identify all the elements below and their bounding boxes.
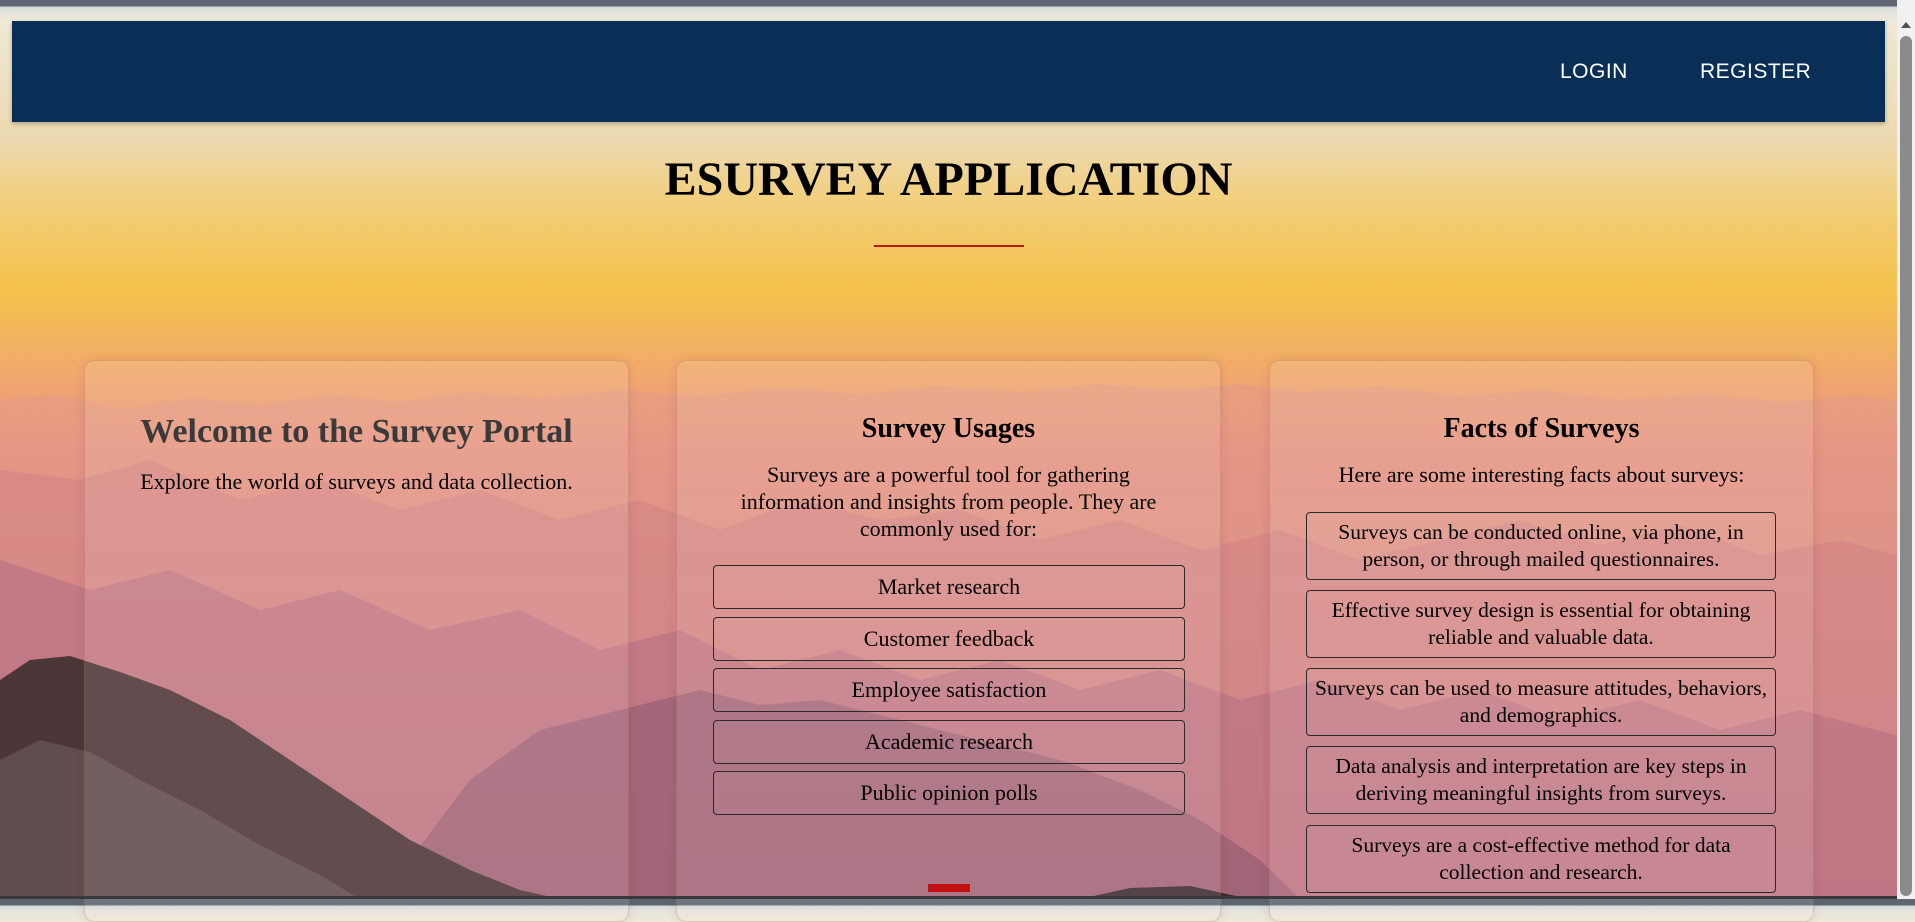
fact-item: Surveys are a cost-effective method for …: [1306, 825, 1776, 893]
facts-intro: Here are some interesting facts about su…: [1338, 462, 1745, 487]
vertical-scrollbar[interactable]: [1897, 0, 1915, 899]
usage-item: Public opinion polls: [713, 771, 1185, 815]
top-navbar: LOGIN REGISTER: [12, 21, 1885, 122]
fact-item: Surveys can be conducted online, via pho…: [1306, 512, 1776, 580]
usages-title: Survey Usages: [861, 413, 1036, 444]
usage-item: Academic research: [713, 720, 1185, 764]
usage-item: Customer feedback: [713, 617, 1185, 661]
usage-item: Employee satisfaction: [713, 668, 1185, 712]
welcome-card: Welcome to the Survey Portal Explore the…: [84, 360, 629, 922]
scroll-up-arrow-icon[interactable]: [1901, 22, 1911, 28]
survey-usages-card: Survey Usages Surveys are a powerful too…: [676, 360, 1221, 922]
facts-card: Facts of Surveys Here are some interesti…: [1269, 360, 1814, 922]
fact-item: Surveys can be used to measure attitudes…: [1306, 668, 1776, 736]
welcome-subtitle: Explore the world of surveys and data co…: [140, 469, 573, 494]
usages-intro: Surveys are a powerful tool for gatherin…: [740, 462, 1157, 541]
usage-item: Market research: [713, 565, 1185, 609]
page-title: ESURVEY APPLICATION: [664, 153, 1233, 206]
carousel-indicator[interactable]: [928, 884, 970, 892]
register-link[interactable]: REGISTER: [1700, 21, 1811, 122]
facts-title: Facts of Surveys: [1443, 413, 1640, 444]
fact-item: Effective survey design is essential for…: [1306, 590, 1776, 658]
welcome-title: Welcome to the Survey Portal: [140, 413, 573, 450]
scrollbar-thumb[interactable]: [1900, 36, 1912, 896]
fact-item: Data analysis and interpretation are key…: [1306, 746, 1776, 814]
title-divider: [874, 245, 1024, 247]
login-link[interactable]: LOGIN: [1560, 21, 1628, 122]
